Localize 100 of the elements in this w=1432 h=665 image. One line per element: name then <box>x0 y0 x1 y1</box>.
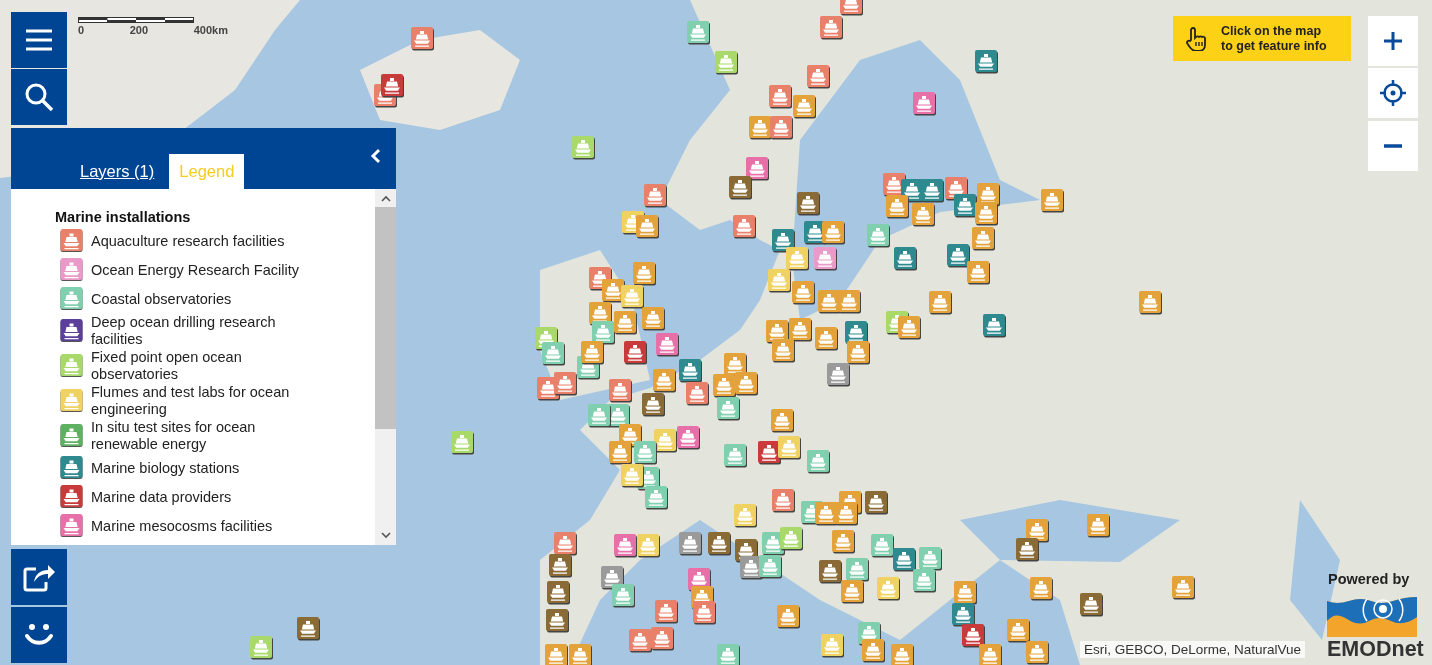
ship-marker-icon[interactable] <box>832 530 855 554</box>
ship-marker-icon[interactable] <box>780 527 803 551</box>
ship-marker-icon[interactable] <box>919 547 942 571</box>
ship-marker-icon[interactable] <box>554 372 577 396</box>
ship-marker-icon[interactable] <box>983 314 1006 338</box>
ship-marker-icon[interactable] <box>651 627 674 651</box>
ship-marker-icon[interactable] <box>637 534 660 558</box>
ship-marker-icon[interactable] <box>1172 576 1195 600</box>
ship-marker-icon[interactable] <box>644 184 667 208</box>
ship-marker-icon[interactable] <box>693 601 716 625</box>
ship-marker-icon[interactable] <box>547 581 570 605</box>
ship-marker-icon[interactable] <box>912 203 935 227</box>
ship-marker-icon[interactable] <box>807 450 830 474</box>
ship-marker-icon[interactable] <box>871 534 894 558</box>
ship-marker-icon[interactable] <box>713 374 736 398</box>
ship-marker-icon[interactable] <box>771 409 794 433</box>
ship-marker-icon[interactable] <box>656 333 679 357</box>
ship-marker-icon[interactable] <box>865 491 888 515</box>
ship-marker-icon[interactable] <box>411 27 434 51</box>
ship-marker-icon[interactable] <box>581 341 604 365</box>
ship-marker-icon[interactable] <box>636 215 659 239</box>
ship-marker-icon[interactable] <box>749 116 772 140</box>
ship-marker-icon[interactable] <box>451 431 474 455</box>
ship-marker-icon[interactable] <box>847 341 870 365</box>
ship-marker-icon[interactable] <box>572 136 595 160</box>
ship-marker-icon[interactable] <box>735 372 758 396</box>
chevron-left-icon[interactable] <box>370 148 382 164</box>
ship-marker-icon[interactable] <box>621 464 644 488</box>
ship-marker-icon[interactable] <box>729 176 752 200</box>
ship-marker-icon[interactable] <box>772 229 795 253</box>
ship-marker-icon[interactable] <box>979 644 1002 665</box>
ship-marker-icon[interactable] <box>1030 577 1053 601</box>
ship-marker-icon[interactable] <box>542 342 565 366</box>
ship-marker-icon[interactable] <box>717 644 740 665</box>
ship-marker-icon[interactable] <box>913 92 936 116</box>
ship-marker-icon[interactable] <box>1041 189 1064 213</box>
ship-marker-icon[interactable] <box>609 379 632 403</box>
ship-marker-icon[interactable] <box>898 316 921 340</box>
ship-marker-icon[interactable] <box>952 603 975 627</box>
ship-marker-icon[interactable] <box>972 227 995 251</box>
zoom-in-button[interactable] <box>1368 16 1418 66</box>
ship-marker-icon[interactable] <box>715 51 738 75</box>
ship-marker-icon[interactable] <box>642 307 665 331</box>
ship-marker-icon[interactable] <box>772 489 795 513</box>
ship-marker-icon[interactable] <box>1080 593 1103 617</box>
ship-marker-icon[interactable] <box>845 321 868 345</box>
ship-marker-icon[interactable] <box>967 261 990 285</box>
ship-marker-icon[interactable] <box>886 195 909 219</box>
ship-marker-icon[interactable] <box>554 532 577 556</box>
ship-marker-icon[interactable] <box>786 247 809 271</box>
ship-marker-icon[interactable] <box>624 341 647 365</box>
ship-marker-icon[interactable] <box>708 532 731 556</box>
ship-marker-icon[interactable] <box>778 436 801 460</box>
ship-marker-icon[interactable] <box>862 639 885 663</box>
ship-marker-icon[interactable] <box>1087 514 1110 538</box>
ship-marker-icon[interactable] <box>549 554 572 578</box>
ship-marker-icon[interactable] <box>877 577 900 601</box>
ship-marker-icon[interactable] <box>838 290 861 314</box>
ship-marker-icon[interactable] <box>250 636 273 660</box>
ship-marker-icon[interactable] <box>835 502 858 526</box>
ship-marker-icon[interactable] <box>654 429 677 453</box>
search-button[interactable] <box>11 69 67 125</box>
menu-button[interactable] <box>11 12 67 68</box>
ship-marker-icon[interactable] <box>818 290 841 314</box>
ship-marker-icon[interactable] <box>846 558 869 582</box>
ship-marker-icon[interactable] <box>653 369 676 393</box>
scrollbar[interactable] <box>375 189 396 545</box>
ship-marker-icon[interactable] <box>546 609 569 633</box>
ship-marker-icon[interactable] <box>815 327 838 351</box>
ship-marker-icon[interactable] <box>545 644 568 665</box>
ship-marker-icon[interactable] <box>768 269 791 293</box>
ship-marker-icon[interactable] <box>815 502 838 526</box>
ship-marker-icon[interactable] <box>1026 519 1049 543</box>
ship-marker-icon[interactable] <box>797 192 820 216</box>
ship-marker-icon[interactable] <box>686 382 709 406</box>
ship-marker-icon[interactable] <box>733 215 756 239</box>
ship-marker-icon[interactable] <box>645 486 668 510</box>
ship-marker-icon[interactable] <box>770 116 793 140</box>
ship-marker-icon[interactable] <box>724 444 747 468</box>
ship-marker-icon[interactable] <box>588 404 611 428</box>
ship-marker-icon[interactable] <box>734 504 757 528</box>
ship-marker-icon[interactable] <box>717 397 740 421</box>
ship-marker-icon[interactable] <box>614 534 637 558</box>
ship-marker-icon[interactable] <box>793 95 816 119</box>
ship-marker-icon[interactable] <box>759 555 782 579</box>
ship-marker-icon[interactable] <box>867 224 890 248</box>
ship-marker-icon[interactable] <box>746 157 769 181</box>
ship-marker-icon[interactable] <box>820 16 843 40</box>
ship-marker-icon[interactable] <box>569 644 592 665</box>
ship-marker-icon[interactable] <box>633 262 656 286</box>
ship-marker-icon[interactable] <box>819 560 842 584</box>
ship-marker-icon[interactable] <box>954 194 977 218</box>
ship-marker-icon[interactable] <box>297 617 320 641</box>
ship-marker-icon[interactable] <box>1026 641 1049 665</box>
ship-marker-icon[interactable] <box>789 318 812 342</box>
ship-marker-icon[interactable] <box>821 634 844 658</box>
ship-marker-icon[interactable] <box>677 426 700 450</box>
ship-marker-icon[interactable] <box>814 247 837 271</box>
ship-marker-icon[interactable] <box>634 441 657 465</box>
ship-marker-icon[interactable] <box>894 247 917 271</box>
